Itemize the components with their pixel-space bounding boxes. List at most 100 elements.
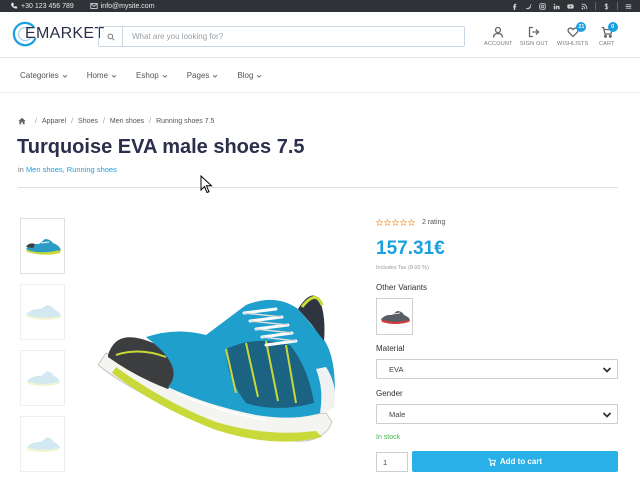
phone-contact[interactable]: +30 123 456 789 [10, 2, 82, 10]
account-link[interactable]: ACCOUNT [484, 26, 513, 54]
wishlists-link[interactable]: 21 WISHLISTS [557, 22, 588, 54]
sign-out-icon [528, 26, 540, 38]
search-button[interactable] [99, 27, 123, 46]
add-to-cart-button[interactable]: Add to cart [412, 451, 618, 472]
nav-item-label: Pages [186, 71, 210, 80]
dollar-icon[interactable] [603, 2, 610, 10]
breadcrumb-current: Running shoes 7.5 [156, 117, 215, 125]
menu-icon[interactable] [625, 3, 632, 10]
phone-icon [11, 2, 18, 9]
categories-prefix: in [18, 165, 24, 174]
nav-item-home[interactable]: Home [87, 71, 117, 80]
nav-item-label: Categories [20, 71, 59, 80]
linkedin-icon[interactable] [553, 3, 560, 10]
user-icon [493, 26, 504, 38]
shoe-thumbnail-image [26, 371, 60, 386]
facebook-icon[interactable] [511, 3, 518, 10]
account-label: ACCOUNT [484, 41, 513, 47]
tax-note: Includes Tax (8.00 %) [376, 265, 429, 271]
thumbnail-2[interactable] [20, 284, 65, 340]
shoe-image [97, 295, 335, 442]
nav-item-pages[interactable]: Pages [187, 71, 219, 80]
categories-links[interactable]: Men shoes, Running shoes [26, 165, 117, 174]
nav-item-categories[interactable]: Categories [20, 71, 68, 80]
breadcrumb-shoes[interactable]: Shoes [78, 118, 98, 125]
rating-stars [376, 219, 416, 226]
main-nav: Categories Home Eshop Pages Blog [0, 59, 640, 93]
mouse-cursor-icon [200, 175, 213, 194]
variants-label: Other Variants [376, 283, 427, 292]
shoe-thumbnail-image [26, 437, 60, 452]
variant-shoe-image [380, 310, 410, 324]
thumbnail-4[interactable] [20, 416, 65, 472]
chevron-down-icon [257, 74, 262, 78]
add-to-cart-label: Add to cart [499, 457, 543, 466]
breadcrumb-separator: / [71, 117, 74, 125]
material-selected-value: EVA [389, 364, 404, 374]
home-icon[interactable] [18, 117, 26, 125]
shoe-thumbnail-image [25, 239, 61, 255]
wishlists-count-badge: 21 [576, 22, 587, 32]
stock-status: In stock [376, 434, 401, 441]
breadcrumb-separator: / [149, 117, 152, 125]
search-bar [98, 26, 465, 47]
product-price: 157.31€ [376, 238, 445, 259]
gender-select[interactable]: Male [376, 404, 618, 424]
search-input[interactable] [123, 28, 453, 45]
gender-label: Gender [376, 389, 403, 398]
shoe-thumbnail-image [25, 305, 61, 320]
phone-number: +30 123 456 789 [21, 2, 74, 10]
thumbnail-list [20, 218, 66, 480]
chevron-down-icon [213, 74, 218, 78]
twitter-icon[interactable] [525, 3, 532, 10]
chevron-down-icon [602, 367, 612, 373]
instagram-icon[interactable] [539, 2, 546, 10]
search-icon [106, 32, 115, 41]
youtube-icon[interactable] [567, 3, 574, 10]
breadcrumb-separator: / [35, 117, 37, 125]
breadcrumb-apparel[interactable]: Apparel [42, 118, 66, 125]
social-divider [595, 2, 596, 10]
site-logo[interactable]: EMARKET [11, 20, 104, 48]
logo-text: EMARKET [25, 25, 105, 42]
contact-info: +30 123 456 789 info@mysite.com [10, 2, 171, 10]
cart-icon [488, 458, 496, 466]
chevron-down-icon [602, 412, 612, 418]
email-address: info@mysite.com [100, 2, 155, 10]
nav-item-label: Home [86, 71, 109, 80]
rating-count: 2 rating [422, 219, 446, 226]
star-icon [392, 219, 399, 226]
material-label: Material [376, 344, 405, 353]
star-icon [384, 219, 391, 226]
sign-out-link[interactable]: SIGN OUT [520, 26, 548, 54]
product-categories: in Men shoes, Running shoes [18, 165, 117, 174]
quantity-input[interactable] [376, 452, 408, 472]
thumbnail-3[interactable] [20, 350, 65, 406]
gender-selected-value: Male [389, 409, 406, 419]
material-select[interactable]: EVA [376, 359, 618, 379]
cart-count-badge: 0 [607, 22, 618, 32]
nav-item-label: Eshop [136, 71, 159, 80]
sign-out-label: SIGN OUT [520, 41, 549, 47]
cart-link[interactable]: 0 CART [599, 22, 618, 54]
star-icon [400, 219, 407, 226]
product-title: Turquoise EVA male shoes 7.5 [17, 136, 305, 158]
variant-option[interactable] [376, 298, 413, 335]
title-divider [18, 187, 618, 188]
star-icon [408, 219, 415, 226]
top-bar: +30 123 456 789 info@mysite.com [0, 0, 640, 12]
currency-divider [617, 2, 618, 10]
nav-item-blog[interactable]: Blog [237, 71, 262, 80]
breadcrumb: / Apparel / Shoes / Men shoes / Running … [18, 117, 214, 125]
main-product-image[interactable] [76, 217, 362, 480]
rss-icon[interactable] [581, 3, 588, 10]
email-contact[interactable]: info@mysite.com [90, 2, 163, 10]
thumbnail-1[interactable] [20, 218, 65, 274]
mail-icon [90, 3, 98, 9]
breadcrumb-separator: / [102, 117, 105, 125]
chevron-down-icon [62, 74, 67, 78]
nav-item-eshop[interactable]: Eshop [136, 71, 168, 80]
product-rating[interactable]: 2 rating [376, 219, 445, 226]
breadcrumb-men-shoes[interactable]: Men shoes [110, 118, 144, 125]
chevron-down-icon [162, 74, 167, 78]
